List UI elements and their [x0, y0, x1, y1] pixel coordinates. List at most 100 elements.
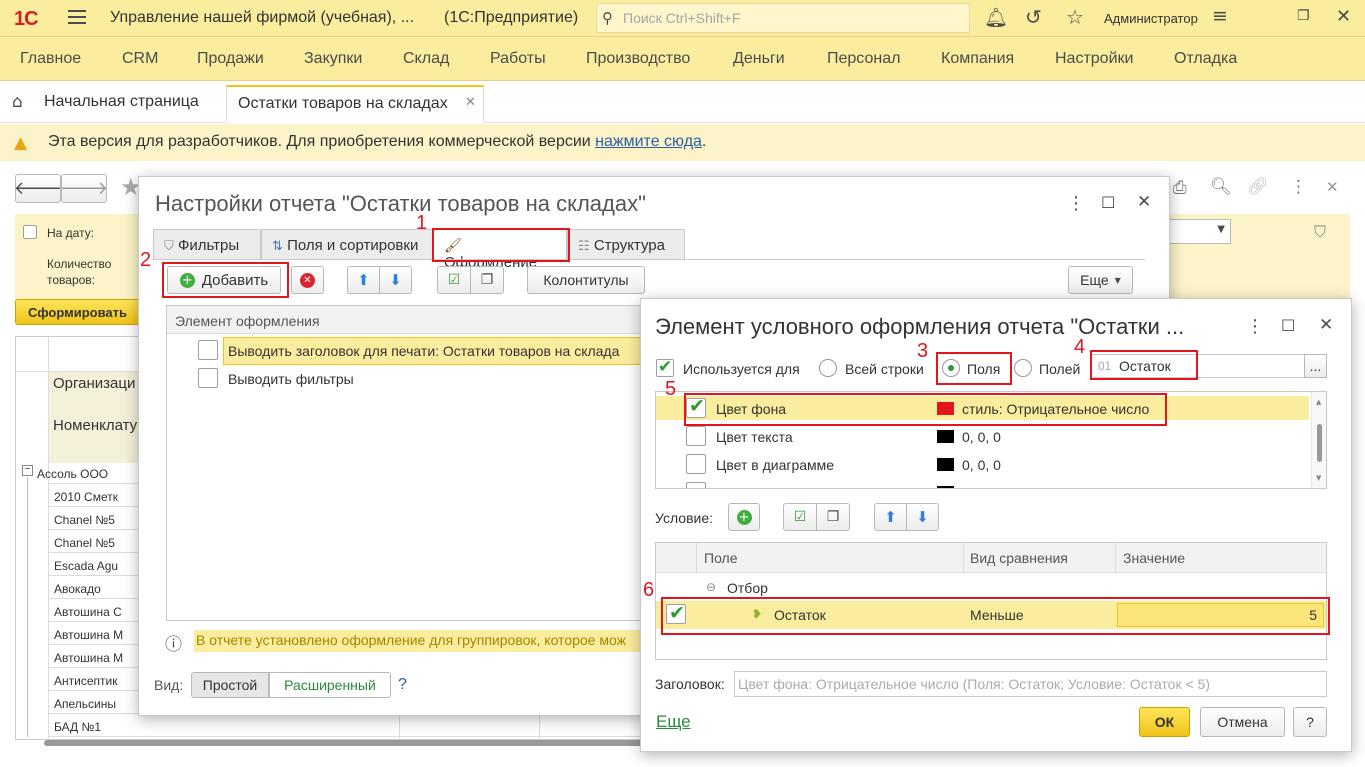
horizontal-scrollbar[interactable] [44, 740, 644, 746]
maximize-icon[interactable]: ☐ [1101, 193, 1115, 212]
menu-burger-icon[interactable] [68, 10, 86, 24]
report-row-label[interactable]: Escada Agu [54, 559, 118, 573]
close-app-icon[interactable]: ✕ [1336, 6, 1351, 27]
collapse-group-icon[interactable]: − [22, 465, 33, 476]
home-icon[interactable]: ⌂ [12, 92, 23, 112]
bell-icon[interactable]: 🔔︎ [984, 6, 1008, 29]
collapse-group-icon[interactable]: ⊖ [706, 580, 716, 594]
check-all-button[interactable]: ☑ [437, 266, 471, 294]
restore-window-icon[interactable]: ❐ [1297, 8, 1310, 24]
list-item-checkbox[interactable] [198, 340, 218, 360]
preview-icon[interactable]: 🔍︎ [1210, 177, 1232, 197]
menu-item-purchases[interactable]: Закупки [304, 50, 362, 68]
settings-menu-icon[interactable]: ≡ [1212, 5, 1228, 27]
prop-value[interactable]: 0, 0, 0 [962, 485, 1001, 488]
report-row-label[interactable]: Апельсины [54, 697, 116, 711]
footers-button[interactable]: Колонтитулы [527, 266, 645, 294]
cond-move-up-button[interactable]: ⬆ [874, 503, 907, 531]
view-extended-button[interactable]: Расширенный [269, 672, 391, 698]
menu-item-settings[interactable]: Настройки [1055, 50, 1133, 68]
notice-link[interactable]: нажмите сюда [595, 133, 702, 150]
cond-maximize-icon[interactable]: ☐ [1281, 316, 1295, 335]
generate-button[interactable]: Сформировать [15, 299, 140, 325]
forward-button[interactable]: 🡒 [60, 174, 108, 203]
menu-item-sales[interactable]: Продажи [197, 50, 264, 68]
used-for-checkbox[interactable]: ✔ [656, 357, 674, 377]
move-down-button[interactable]: ⬇ [379, 266, 412, 294]
field-select-button[interactable]: ... [1304, 354, 1327, 378]
cond-move-down-button[interactable]: ⬇ [906, 503, 939, 531]
report-row-label[interactable]: Автошина С [54, 605, 122, 619]
menu-item-debug[interactable]: Отладка [1174, 50, 1237, 68]
help-link[interactable]: ? [398, 676, 407, 694]
tab-structure[interactable]: ☷ Структура [567, 229, 685, 259]
ok-button[interactable]: ОК [1139, 707, 1190, 737]
menu-item-production[interactable]: Производство [586, 50, 690, 68]
report-row-label[interactable]: Chanel №5 [54, 536, 115, 550]
scroll-thumb[interactable] [1317, 424, 1322, 462]
star-icon[interactable]: ☆ [1066, 5, 1084, 29]
view-simple-button[interactable]: Простой [191, 672, 269, 698]
report-row-label[interactable]: Авокадо [54, 582, 101, 596]
report-row-label[interactable]: Автошина М [54, 651, 123, 665]
report-row-label[interactable]: Антисептик [54, 674, 117, 688]
dialog-more-icon[interactable]: ⋮ [1067, 193, 1085, 214]
scroll-up-icon[interactable]: ▲ [1316, 398, 1321, 406]
on-date-checkbox[interactable] [23, 225, 37, 239]
close-form-icon[interactable]: ✕ [1326, 178, 1339, 196]
prop-checkbox[interactable] [686, 426, 706, 446]
delete-button[interactable]: ✕ [291, 266, 324, 294]
back-button[interactable]: 🡐 [14, 174, 62, 203]
report-row-label[interactable]: Автошина М [54, 628, 123, 642]
radio-fields-list[interactable] [1014, 359, 1032, 377]
cond-more-link[interactable]: Еще [656, 712, 691, 732]
more-vertical-icon[interactable]: ⋮ [1290, 177, 1307, 197]
cond-more-icon[interactable]: ⋮ [1246, 316, 1264, 337]
close-dialog-icon[interactable]: ✕ [1137, 192, 1151, 212]
tab-active[interactable]: Остатки товаров на складах ✕ [226, 85, 484, 123]
report-row-label[interactable]: Ассоль ООО [37, 467, 108, 481]
tab-filters[interactable]: ⛉ Фильтры [153, 229, 261, 259]
tab-fields-sorting[interactable]: ⇅ Поля и сортировки [261, 229, 433, 259]
props-scrollbar[interactable]: ▲ ▼ [1311, 392, 1326, 488]
print-icon[interactable]: ⎙ [1173, 178, 1187, 198]
prop-checkbox[interactable] [686, 454, 706, 474]
heading-input[interactable]: Цвет фона: Отрицательное число (Поля: Ос… [734, 671, 1327, 697]
cond-uncheck-all-button[interactable]: ❐ [816, 503, 850, 531]
report-row-label[interactable]: 2010 Сметк [54, 490, 118, 504]
menu-item-personnel[interactable]: Персонал [827, 50, 900, 68]
menu-item-works[interactable]: Работы [490, 50, 546, 68]
menu-item-crm[interactable]: CRM [122, 50, 158, 68]
tab-home[interactable]: Начальная страница [44, 93, 199, 111]
link-icon[interactable]: 🔗︎ [1247, 177, 1269, 197]
prop-value[interactable]: 0, 0, 0 [962, 429, 1001, 445]
list-item-print-title[interactable]: Выводить заголовок для печати: Остатки т… [228, 343, 619, 359]
ok-label: ОК [1154, 714, 1175, 730]
date-dropdown[interactable]: ▼ [1168, 219, 1231, 244]
cond-close-icon[interactable]: ✕ [1319, 315, 1333, 335]
close-tab-icon[interactable]: ✕ [465, 95, 476, 110]
more-button[interactable]: Еще ▼ [1068, 266, 1133, 294]
report-row-label[interactable]: Chanel №5 [54, 513, 115, 527]
menu-item-warehouse[interactable]: Склад [403, 50, 449, 68]
menu-item-main[interactable]: Главное [20, 50, 81, 68]
prop-value[interactable]: 0, 0, 0 [962, 457, 1001, 473]
history-icon[interactable]: ↺ [1025, 5, 1042, 29]
menu-item-money[interactable]: Деньги [733, 50, 785, 68]
move-up-button[interactable]: ⬆ [347, 266, 380, 294]
cancel-button[interactable]: Отмена [1200, 707, 1285, 737]
list-item-checkbox[interactable] [198, 368, 218, 388]
radio-all-rows[interactable] [819, 359, 837, 377]
cond-add-button[interactable]: + [728, 503, 760, 531]
report-row-label[interactable]: БАД №1 [54, 720, 101, 734]
cond-check-all-button[interactable]: ☑ [783, 503, 817, 531]
scroll-down-icon[interactable]: ▼ [1316, 474, 1321, 482]
list-item-filters[interactable]: Выводить фильтры [228, 371, 354, 387]
prop-checkbox[interactable] [686, 482, 706, 488]
global-search-input[interactable]: ⚲ Поиск Ctrl+Shift+F [596, 3, 970, 33]
uncheck-all-button[interactable]: ❐ [470, 266, 504, 294]
user-name[interactable]: Администратор [1104, 11, 1198, 26]
cond-help-button[interactable]: ? [1293, 707, 1327, 737]
menu-item-company[interactable]: Компания [941, 50, 1014, 68]
filter-icon[interactable]: ⛉ [1314, 222, 1326, 242]
